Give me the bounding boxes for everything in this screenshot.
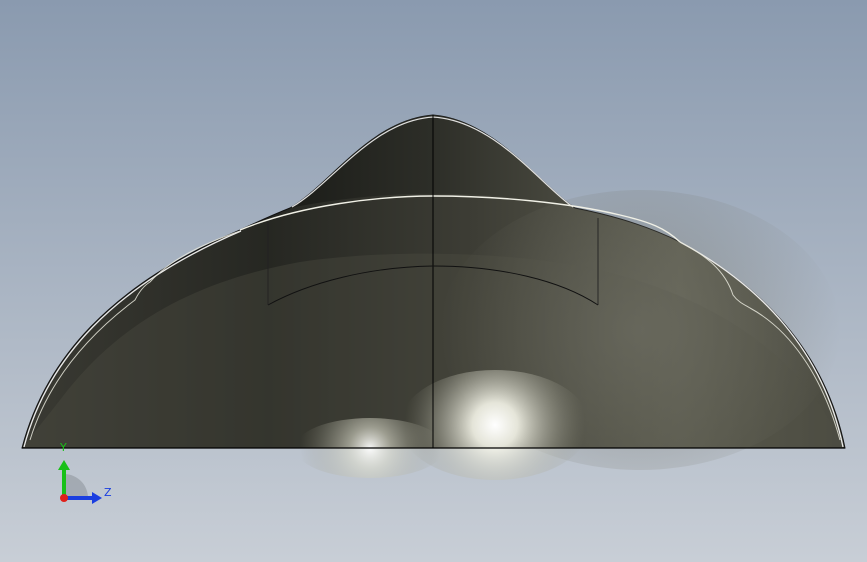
- dome-model-view[interactable]: [0, 0, 867, 562]
- y-axis-label: Y: [60, 441, 67, 454]
- graphics-viewport[interactable]: Y Z: [0, 0, 867, 562]
- x-axis-point: [60, 494, 68, 502]
- z-axis-arrowhead: [92, 492, 102, 504]
- z-axis-label: Z: [104, 486, 112, 499]
- triad-quadrant-shade: [64, 474, 88, 498]
- y-axis-arrowhead: [58, 460, 70, 470]
- coordinate-triad: Y Z: [50, 440, 120, 510]
